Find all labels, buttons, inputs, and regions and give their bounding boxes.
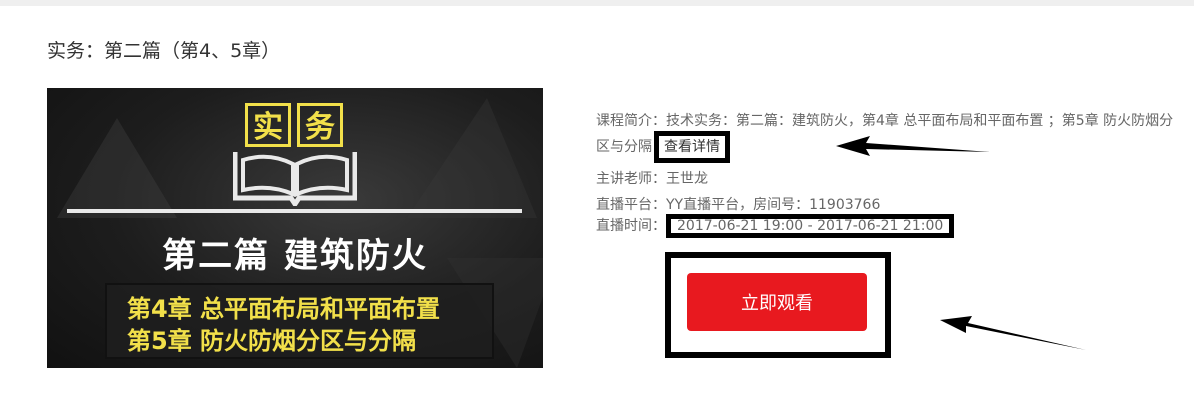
annotation-arrow-icon (940, 316, 1086, 350)
annotation-arrow-icon (836, 136, 990, 156)
annotation-arrows (836, 136, 1086, 350)
